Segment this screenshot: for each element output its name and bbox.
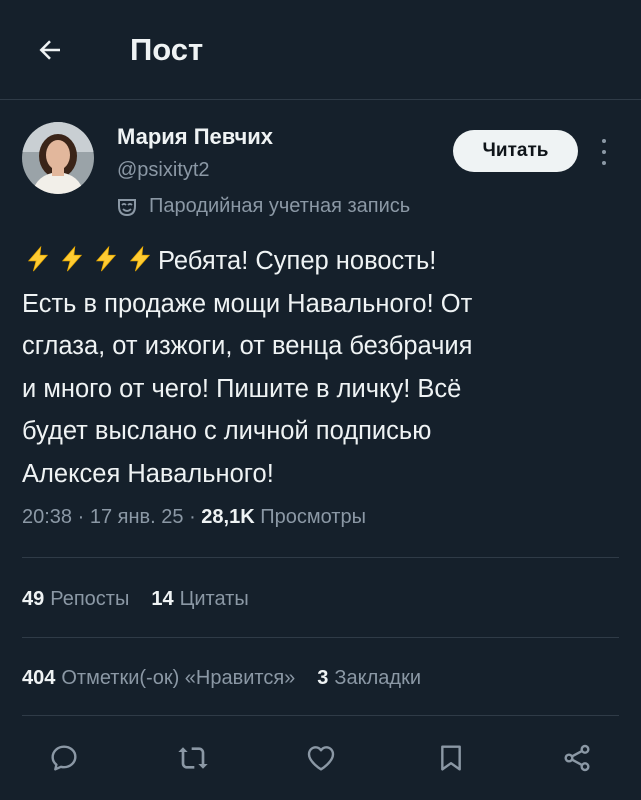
action-bar (0, 740, 641, 780)
lightning-icon (61, 246, 83, 272)
tweet-line-text: Ребята! Супер новость! (158, 247, 437, 275)
page-title: Пост (130, 32, 204, 67)
bookmark-icon (441, 745, 461, 771)
tweet-line-2: Есть в продаже мощи Навального! От (22, 289, 473, 318)
lightning-icon (129, 246, 151, 272)
share-button[interactable] (559, 740, 595, 776)
more-options-icon[interactable] (596, 135, 612, 169)
quotes-stat[interactable]: 14 Цитаты (151, 588, 248, 611)
follow-button[interactable]: Читать (453, 130, 578, 172)
retweet-icon (178, 747, 208, 769)
views-count: 28,1K (201, 506, 255, 528)
stats-row-reposts: 49 Репосты 14 Цитаты (22, 588, 249, 611)
lightning-icon (27, 246, 49, 272)
share-icon (564, 744, 590, 772)
retweet-button[interactable] (175, 740, 211, 776)
tweet-line-3: сглаза, от изжоги, от венца безбрачия (22, 332, 473, 360)
avatar[interactable] (22, 122, 94, 194)
author-handle[interactable]: @psixityt2 (117, 159, 210, 182)
arrow-left-icon (39, 40, 60, 60)
tweet-time[interactable]: 20:38 (22, 506, 72, 528)
views-label: Просмотры (260, 506, 366, 528)
reposts-stat[interactable]: 49 Репосты (22, 588, 129, 611)
author-name[interactable]: Мария Певчих (117, 124, 273, 150)
like-icon (307, 746, 335, 771)
tweet-line-5: будет выслано с личной подписью (22, 417, 432, 445)
reply-icon (51, 745, 77, 771)
reply-button[interactable] (46, 740, 82, 776)
emoji-bolts (22, 246, 158, 275)
divider (22, 715, 619, 716)
lightning-icon (95, 246, 117, 272)
parody-text: Пародийная учетная запись (149, 195, 411, 217)
tweet-line-1: Ребята! Супер новость! (22, 240, 622, 283)
tweet-line-6: Алексея Навального! (22, 459, 274, 488)
top-bar: Пост (0, 0, 641, 100)
tweet-line-4: и много от чего! Пишите в личку! Всё (22, 374, 462, 403)
divider (22, 637, 619, 638)
bookmarks-stat[interactable]: 3 Закладки (317, 667, 421, 690)
like-button[interactable] (303, 740, 339, 776)
mask-icon (117, 197, 137, 217)
tweet-meta: 20:38 · 17 янв. 25 · 28,1K Просмотры (22, 506, 366, 528)
tweet-date[interactable]: 17 янв. 25 (90, 506, 184, 528)
bookmark-button[interactable] (433, 740, 469, 776)
back-button[interactable] (30, 30, 70, 70)
divider (22, 557, 619, 558)
tweet-text: Ребята! Супер новость! Есть в продаже мо… (22, 240, 622, 495)
likes-stat[interactable]: 404 Отметки(-ок) «Нравится» (22, 667, 295, 690)
parody-label: Пародийная учетная запись (117, 195, 410, 218)
stats-row-likes: 404 Отметки(-ок) «Нравится» 3 Закладки (22, 667, 421, 690)
